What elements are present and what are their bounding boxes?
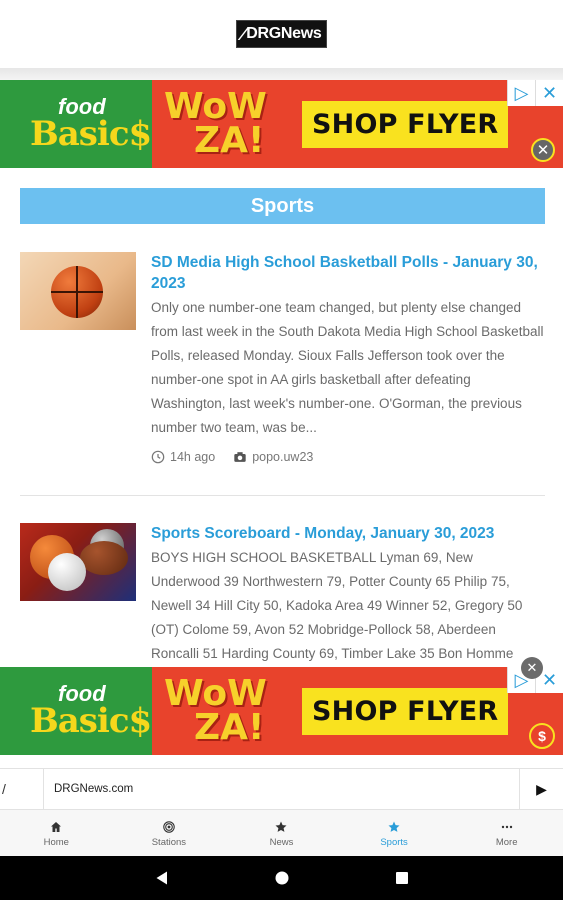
- bottom-navigation: Home Stations News Sports More: [0, 810, 563, 856]
- play-icon: ▶: [536, 780, 547, 797]
- ad-dismiss-icon[interactable]: ✕: [531, 138, 555, 162]
- home-icon: [51, 821, 62, 832]
- more-icon: [501, 825, 512, 828]
- ad-choices[interactable]: ▷ ✕: [507, 80, 563, 106]
- article-card[interactable]: Sports Scoreboard - Monday, January 30, …: [20, 523, 545, 666]
- ad-food-big-text: Basic$: [30, 114, 152, 154]
- microphone-icon: ∕: [241, 23, 245, 44]
- ad-coin-icon: $: [529, 723, 555, 749]
- ad-shop-flyer-button[interactable]: SHOP FLYER: [302, 100, 509, 148]
- nav-item-sports[interactable]: Sports: [338, 810, 451, 856]
- play-button[interactable]: ▶: [519, 769, 563, 809]
- home-circle-icon: [275, 871, 288, 885]
- ad-wowza-graphic: WoW ZA!: [152, 667, 302, 755]
- ad-wow-line2: ZA!: [194, 120, 265, 161]
- article-meta: 14h ago popo.uw23: [151, 450, 545, 464]
- bottom-ad-close-icon[interactable]: ✕: [521, 657, 543, 679]
- adchoices-icon[interactable]: ▷: [507, 80, 535, 106]
- ad-wow-line1: WoW: [164, 86, 267, 127]
- ad-close-icon[interactable]: ✕: [535, 80, 563, 106]
- star-icon: [275, 821, 287, 832]
- nav-label-news: News: [269, 836, 294, 848]
- ad-food-basics-logo: food Basic$: [0, 80, 152, 168]
- sports-ball-image: [80, 541, 128, 575]
- article-body: SD Media High School Basketball Polls - …: [151, 252, 545, 464]
- system-navigation-bar: [0, 856, 563, 900]
- recents-square-icon: [395, 872, 408, 884]
- nav-label-stations: Stations: [151, 836, 187, 848]
- article-excerpt: Only one number-one team changed, but pl…: [151, 300, 544, 435]
- camera-icon: [234, 452, 246, 462]
- top-ad-banner[interactable]: food Basic$ WoW ZA! SHOP FLYER ▷ ✕ ✕: [0, 80, 563, 168]
- back-triangle-icon: [156, 871, 167, 885]
- article-excerpt: BOYS HIGH SCHOOL BASKETBALL Lyman 69, Ne…: [151, 550, 523, 661]
- recents-button[interactable]: [390, 866, 414, 890]
- nav-item-home[interactable]: Home: [0, 810, 113, 856]
- section-title-banner: Sports: [20, 188, 545, 224]
- home-button[interactable]: [270, 866, 294, 890]
- nav-item-more[interactable]: More: [450, 810, 563, 856]
- bottom-ad-banner[interactable]: food Basic$ WoW ZA! SHOP FLYER ▷ ✕ $: [0, 667, 563, 755]
- now-playing-bar[interactable]: / DRGNews.com ▶: [0, 768, 563, 810]
- article-time-text: 14h ago: [170, 450, 216, 464]
- app-root: ∕ DRGNews food Basic$ WoW ZA! SHOP FLYER…: [0, 0, 563, 900]
- sports-ball-image: [48, 553, 86, 591]
- radio-icon: [163, 820, 175, 833]
- article-card[interactable]: SD Media High School Basketball Polls - …: [20, 252, 545, 464]
- ad-shop-flyer-button[interactable]: SHOP FLYER: [302, 687, 509, 735]
- app-header: ∕ DRGNews: [0, 0, 563, 68]
- article-body: Sports Scoreboard - Monday, January 30, …: [151, 523, 545, 666]
- article-divider: [20, 495, 545, 496]
- ad-food-basics-logo: food Basic$: [0, 667, 152, 755]
- player-station-title[interactable]: DRGNews.com: [44, 783, 519, 795]
- drgnews-logo[interactable]: ∕ DRGNews: [235, 20, 328, 48]
- article-time: 14h ago: [151, 450, 215, 464]
- nav-item-news[interactable]: News: [225, 810, 338, 856]
- ad-food-big-text: Basic$: [30, 701, 152, 741]
- ad-wowza-graphic: WoW ZA!: [152, 80, 302, 168]
- player-artwork[interactable]: /: [0, 769, 44, 809]
- header-shadow: [0, 68, 563, 80]
- nav-item-stations[interactable]: Stations: [113, 810, 226, 856]
- ad-wow-line1: WoW: [164, 673, 267, 714]
- back-button[interactable]: [150, 866, 174, 890]
- article-thumbnail-basketball[interactable]: [20, 252, 136, 330]
- article-title[interactable]: SD Media High School Basketball Polls - …: [151, 252, 545, 294]
- logo-text: DRGNews: [246, 25, 322, 42]
- clock-icon: [151, 450, 165, 464]
- basketball-image: [51, 266, 103, 318]
- nav-label-home: Home: [43, 836, 69, 848]
- nav-label-more: More: [495, 836, 518, 848]
- article-author: popo.uw23: [233, 450, 313, 464]
- ad-wow-line2: ZA!: [194, 707, 265, 748]
- article-thumbnail-sports-balls[interactable]: [20, 523, 136, 601]
- ad-flyer-zone: SHOP FLYER ▷ ✕ ✕: [302, 80, 563, 168]
- nav-label-sports: Sports: [380, 836, 408, 848]
- article-author-text: popo.uw23: [252, 450, 314, 464]
- article-title[interactable]: Sports Scoreboard - Monday, January 30, …: [151, 523, 545, 544]
- ad-flyer-zone: SHOP FLYER ▷ ✕ $: [302, 667, 563, 755]
- star-icon: [388, 821, 400, 832]
